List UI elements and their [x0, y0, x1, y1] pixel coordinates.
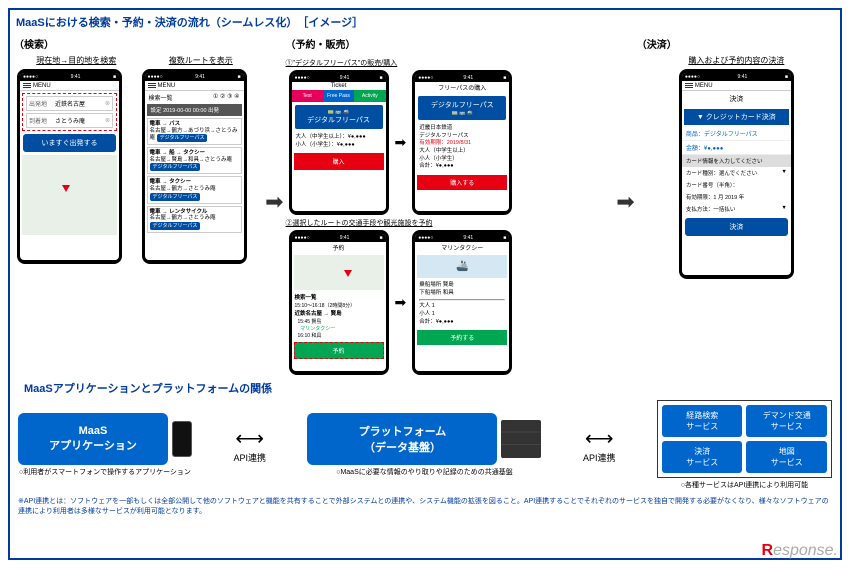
caption-pay: 購入および予約内容の決済 [637, 55, 836, 66]
route-item[interactable]: 電車 → タクシー名古屋→鶴方→さとうみ庵 デジタルフリーパス [147, 176, 242, 203]
to-input[interactable]: 到着地さとうみ庵⊗ [26, 113, 113, 128]
app-note: ○利用者がスマートフォンで操作するアプリケーション [19, 467, 191, 477]
caption-book1: ①"デジタルフリーパス"の販売/購入 [286, 58, 615, 68]
expire-input[interactable]: 有効期限：1 月 2019 年 [682, 191, 791, 203]
api-footnote: ※API連携とは：ソフトウェアを一部もしくは全部公開して他のソフトウェアと機能を… [18, 496, 832, 516]
service-payment: 決済 サービス [662, 441, 743, 473]
caption-search2: 複数ルートを表示 [139, 55, 264, 66]
caption-book2: ②選択したルートの交通手段や観光施設を予約 [286, 218, 615, 228]
route-tabs[interactable]: ① ② ③ ④ [213, 93, 240, 102]
phone-taxi: ●●●●○9:41■ マリンタクシー 🚢 乗船場所 賢島下船場所 和具大人 1小… [412, 230, 512, 375]
section-payment: （決済） [637, 36, 836, 51]
phone-ticket: ●●●●○9:41■ Ticket TestFree PassActivity … [289, 70, 389, 215]
tab[interactable]: Free Pass [323, 90, 354, 102]
taxi-header: マリンタクシー [415, 242, 509, 253]
route-item[interactable]: 電車 → 船 → タクシー名古屋→賢島→和具→さとうみ庵 デジタルフリーパス [147, 147, 242, 174]
route-item[interactable]: 電車 → レンタサイクル名古屋→鶴方→さとうみ庵 デジタルフリーパス [147, 206, 242, 233]
maas-app-box: MaaS アプリケーション [18, 413, 168, 465]
flow-arrow-icon: ➡ [265, 189, 283, 215]
reserve-header: 予約 [292, 242, 386, 253]
buy-button[interactable]: 購入 [294, 153, 384, 170]
clear-icon[interactable]: ⊗ [105, 117, 110, 124]
tab[interactable]: Activity [354, 90, 385, 102]
menu-label: MENU [33, 83, 51, 89]
card-type-select[interactable]: カード種別：選んでください▼ [682, 167, 791, 179]
card-no-input[interactable]: カード番号（半角）： [682, 179, 791, 191]
arrow-icon: ➡ [395, 134, 407, 151]
section-search: （検索） [14, 36, 263, 51]
map-pin-icon [344, 270, 352, 277]
phone-routes: ●●●●○9:41■ MENU 検索一覧① ② ③ ④ 設定 2019-00-0… [142, 69, 247, 264]
api-label: API連携 [233, 451, 266, 464]
svc-note: ○各種サービスはAPI連携により利用可能 [681, 480, 808, 490]
pay-button[interactable]: 決済 [685, 218, 788, 236]
phone-pass: ●●●●○9:41■ フリーパスの購入 デジタルフリーパス🚃 🚌 🚢 近畿日本鉄… [412, 70, 512, 215]
phone-search: ●●●●○ 9:41 ■ MENU 出発地近鉄名古屋⊗ 到着地さとうみ庵⊗ いますぐ… [17, 69, 122, 264]
ticket-header: Ticket [292, 82, 386, 90]
map-pin-icon [62, 185, 70, 192]
server-icon [501, 420, 541, 458]
api-label: API連携 [583, 451, 616, 464]
from-input[interactable]: 出発地近鉄名古屋⊗ [26, 96, 113, 111]
hamburger-icon[interactable] [148, 83, 156, 89]
amount-label: 金額：¥●,●●● [682, 141, 791, 155]
service-route: 経路検索 サービス [662, 405, 743, 437]
chevron-down-icon: ▼ [781, 205, 786, 213]
service-grid: 経路検索 サービス デマンド交通 サービス 決済 サービス 地図 サービス [657, 400, 832, 478]
item-label: 商品：デジタルフリーパス [682, 127, 791, 141]
clear-icon[interactable]: ⊗ [105, 100, 110, 107]
clock: 9:41 [71, 74, 81, 80]
hamburger-icon[interactable] [23, 83, 31, 89]
double-arrow-icon: ⟷ [583, 426, 616, 451]
battery-icon: ■ [113, 74, 116, 80]
route-item[interactable]: 電車 → バス名古屋→鶴方→あづり浜→さとうみ庵 デジタルフリーパス [147, 118, 242, 145]
caption-search1: 現在地→目的地を検索 [14, 55, 139, 66]
phone-payment: ●●●●○9:41■ MENU 決済 ▼ クレジットカード決済 商品：デジタルフ… [679, 69, 794, 279]
pay-method-select[interactable]: 支払方法：一括払い▼ [682, 203, 791, 215]
payment-header: 決済 [682, 91, 791, 107]
depart-button[interactable]: いますぐ出発する [23, 134, 116, 152]
service-map: 地図 サービス [746, 441, 827, 473]
date-label: 設定 [151, 108, 162, 114]
buy-button[interactable]: 購入する [417, 175, 507, 190]
pass-card: デジタルフリーパス🚃 🚌 🚢 [418, 96, 506, 120]
double-arrow-icon: ⟷ [233, 426, 266, 451]
map[interactable] [22, 155, 117, 235]
signal-icon: ●●●●○ [23, 74, 38, 80]
plat-note: ○MaaSに必要な情報のやり取りや記録のための共通基盤 [336, 467, 513, 477]
pass-header: フリーパスの購入 [415, 82, 509, 93]
phone-reserve: ●●●●○9:41■ 予約 検索一覧 15:10〜16:18（2時間8分） 近鉄… [289, 230, 389, 375]
reserve-button[interactable]: 予約 [294, 342, 384, 359]
platform-title: MaaSアプリケーションとプラットフォームの関係 [24, 380, 832, 396]
ship-icon: 🚢 [417, 255, 507, 278]
chevron-down-icon: ▼ [781, 169, 786, 177]
payment-method-select[interactable]: ▼ クレジットカード決済 [684, 109, 789, 125]
tab[interactable]: Test [292, 90, 323, 102]
arrow-icon: ➡ [395, 294, 407, 311]
platform-box: プラットフォーム （データ基盤） [307, 413, 497, 465]
service-demand: デマンド交通 サービス [746, 405, 827, 437]
hamburger-icon[interactable] [685, 83, 693, 89]
pass-badge: デジタルフリーパス [157, 134, 208, 142]
watermark: RResponse.esponse. [762, 542, 839, 560]
card-info-header: カード情報を入力してください [682, 155, 791, 167]
main-title: MaaSにおける検索・予約・決済の流れ（シームレス化） ［イメージ］ [16, 14, 840, 30]
reserve-button[interactable]: 予約する [417, 330, 507, 345]
flow-arrow-icon: ➡ [616, 189, 634, 215]
smartphone-icon [172, 421, 192, 457]
pass-card: 🚃 🚌 🚢デジタルフリーパス [295, 105, 383, 129]
map[interactable] [294, 255, 384, 290]
list-header: 検索一覧 [149, 93, 173, 102]
section-booking: （予約・販売） [286, 36, 615, 51]
